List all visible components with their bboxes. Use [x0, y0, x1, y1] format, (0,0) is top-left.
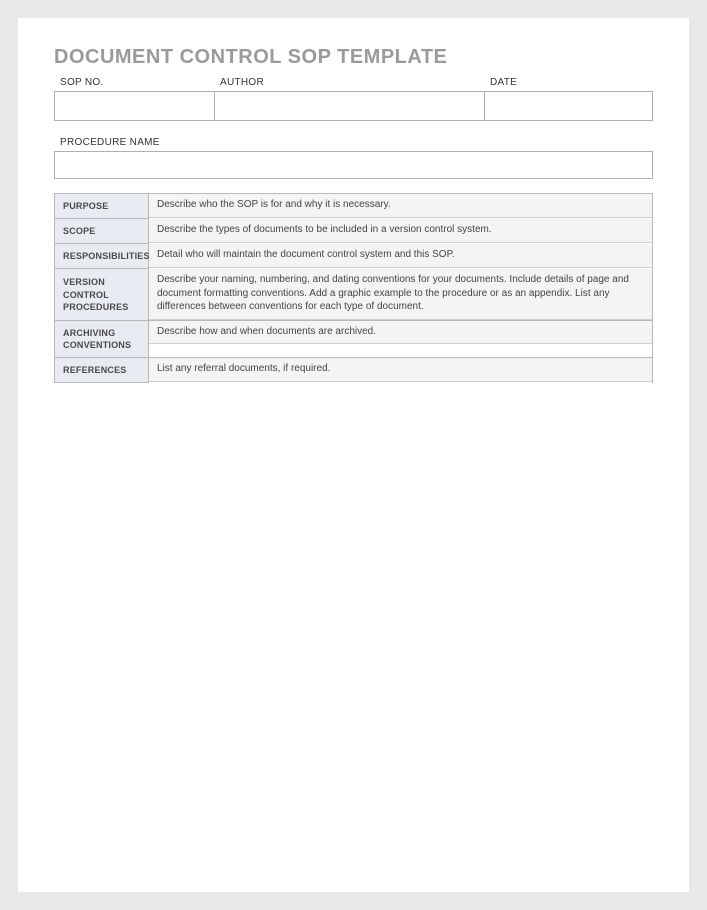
section-content-purpose[interactable]	[149, 218, 652, 219]
section-content-references[interactable]	[149, 382, 652, 383]
section-archiving-conventions: ARCHIVING CONVENTIONS Describe how and w…	[55, 321, 652, 358]
section-responsibilities: RESPONSIBILITIES Detail who will maintai…	[55, 244, 652, 269]
sections-table: PURPOSE Describe who the SOP is for and …	[54, 193, 653, 383]
meta-col-author: AUTHOR	[214, 75, 484, 121]
section-scope: SCOPE Describe the types of documents to…	[55, 219, 652, 244]
section-desc-responsibilities: Detail who will maintain the document co…	[149, 244, 652, 268]
section-label-vcp: VERSION CONTROL PROCEDURES	[55, 269, 149, 320]
section-references: REFERENCES List any referral documents, …	[55, 358, 652, 383]
section-desc-purpose: Describe who the SOP is for and why it i…	[149, 194, 652, 218]
meta-row: SOP NO. AUTHOR DATE	[54, 75, 653, 121]
section-body-scope: Describe the types of documents to be in…	[149, 219, 652, 243]
section-desc-references: List any referral documents, if required…	[149, 358, 652, 382]
procedure-name-input[interactable]	[54, 151, 653, 179]
sop-no-input[interactable]	[54, 91, 214, 121]
section-body-responsibilities: Detail who will maintain the document co…	[149, 244, 652, 268]
section-label-scope: SCOPE	[55, 219, 149, 243]
procedure-name-label: PROCEDURE NAME	[54, 135, 653, 151]
author-label: AUTHOR	[214, 75, 484, 91]
page: DOCUMENT CONTROL SOP TEMPLATE SOP NO. AU…	[18, 18, 689, 892]
section-body-archiving: Describe how and when documents are arch…	[149, 321, 652, 357]
section-label-responsibilities: RESPONSIBILITIES	[55, 244, 149, 268]
section-desc-vcp: Describe your naming, numbering, and dat…	[149, 269, 652, 320]
section-body-purpose: Describe who the SOP is for and why it i…	[149, 194, 652, 218]
meta-col-sop: SOP NO.	[54, 75, 214, 121]
section-label-archiving: ARCHIVING CONVENTIONS	[55, 321, 149, 357]
section-version-control-procedures: VERSION CONTROL PROCEDURES Describe your…	[55, 269, 652, 321]
section-label-purpose: PURPOSE	[55, 194, 149, 218]
section-content-archiving[interactable]	[149, 344, 652, 357]
section-label-references: REFERENCES	[55, 358, 149, 382]
procedure-block: PROCEDURE NAME	[54, 135, 653, 179]
date-label: DATE	[484, 75, 653, 91]
section-body-references: List any referral documents, if required…	[149, 358, 652, 382]
document-title: DOCUMENT CONTROL SOP TEMPLATE	[54, 46, 653, 69]
section-desc-archiving: Describe how and when documents are arch…	[149, 321, 652, 345]
section-purpose: PURPOSE Describe who the SOP is for and …	[55, 194, 652, 219]
date-input[interactable]	[484, 91, 653, 121]
sop-no-label: SOP NO.	[54, 75, 214, 91]
section-content-scope[interactable]	[149, 243, 652, 244]
section-body-vcp: Describe your naming, numbering, and dat…	[149, 269, 652, 320]
section-desc-scope: Describe the types of documents to be in…	[149, 219, 652, 243]
section-content-responsibilities[interactable]	[149, 268, 652, 269]
meta-col-date: DATE	[484, 75, 653, 121]
author-input[interactable]	[214, 91, 484, 121]
